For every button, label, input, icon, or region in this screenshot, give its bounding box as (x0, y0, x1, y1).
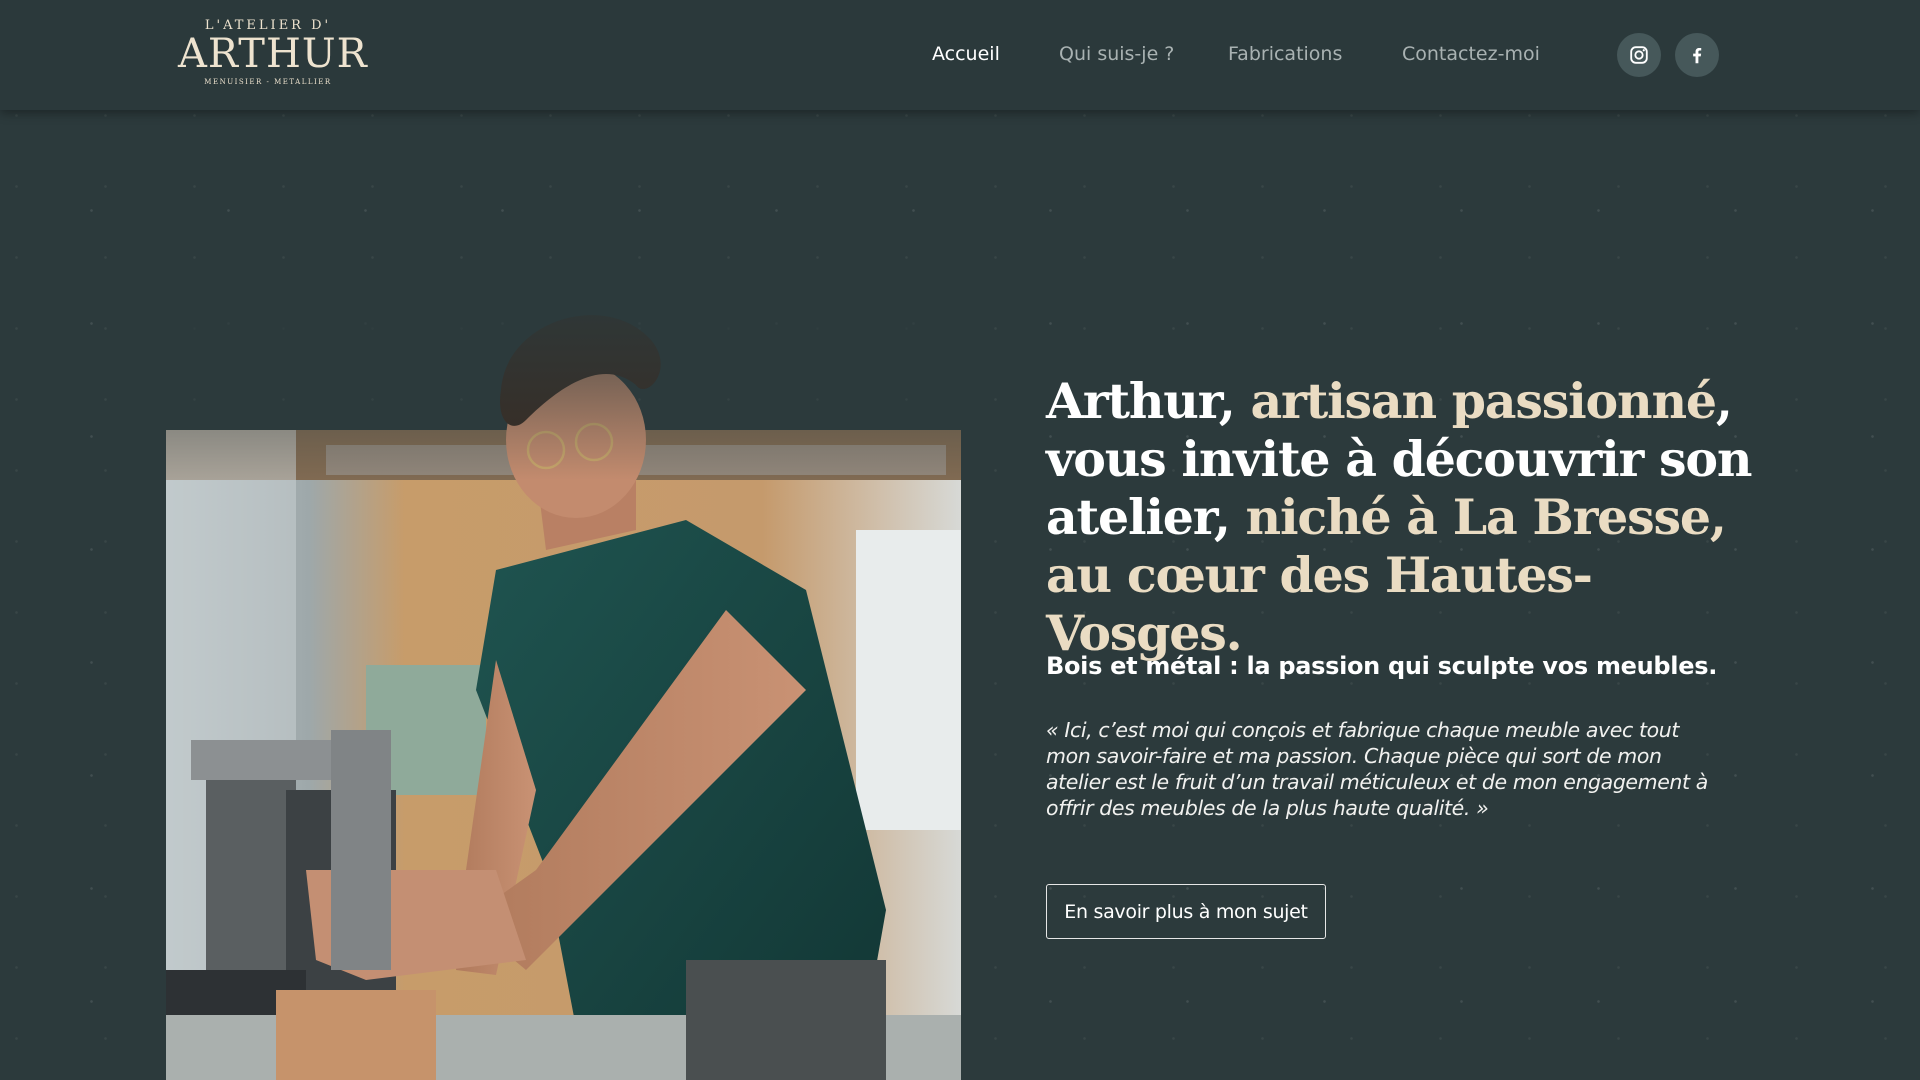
hero-quote: « Ici, c’est moi qui conçois et fabrique… (1046, 718, 1708, 820)
learn-more-button[interactable]: En savoir plus à mon sujet (1046, 884, 1326, 939)
headline-part-name: Arthur, (1046, 372, 1251, 430)
hero-photo-craftsman (166, 270, 961, 1080)
nav-item-qui-suis-je[interactable]: Qui suis-je ? (1059, 43, 1174, 65)
instagram-icon (1630, 46, 1648, 64)
site-logo[interactable]: L'ATELIER D' ARTHUR MENUISIER - METALLIE… (178, 18, 368, 92)
hero-subheading: Bois et métal : la passion qui sculpte v… (1046, 652, 1718, 680)
instagram-button[interactable] (1617, 33, 1661, 77)
headline-accent-artisan: artisan passionné (1250, 372, 1718, 430)
nav-item-contactez-moi[interactable]: Contactez-moi (1402, 43, 1540, 65)
facebook-button[interactable] (1675, 33, 1719, 77)
hero-headline: Arthur, artisan passionné, vous invite à… (1046, 372, 1766, 662)
site-header: L'ATELIER D' ARTHUR MENUISIER - METALLIE… (0, 0, 1920, 110)
facebook-icon (1693, 47, 1702, 64)
logo-main-text: ARTHUR (178, 31, 368, 77)
nav-item-fabrications[interactable]: Fabrications (1228, 43, 1342, 65)
logo-sub-text: MENUISIER - METALLIER (204, 78, 332, 86)
nav-item-accueil[interactable]: Accueil (932, 43, 1000, 65)
